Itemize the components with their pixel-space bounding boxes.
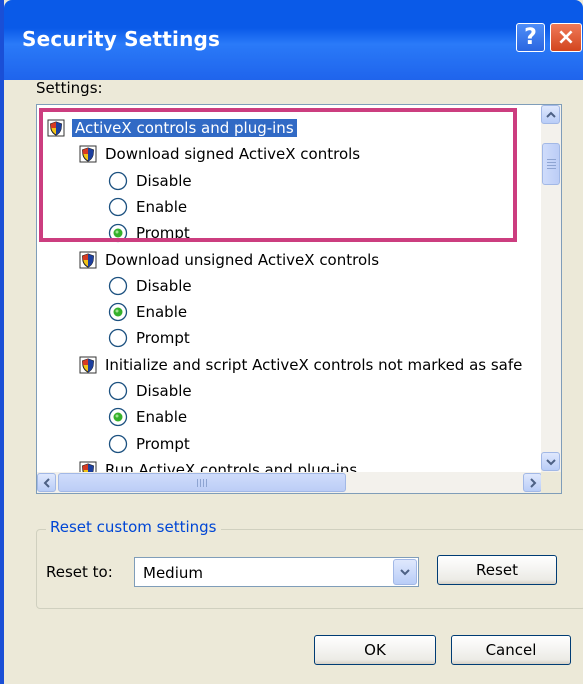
category-node[interactable]: ActiveX controls and plug-ins	[47, 115, 297, 141]
node-label: ActiveX controls and plug-ins	[72, 119, 297, 137]
security-setting-icon	[79, 251, 97, 268]
settings-label: Settings:	[36, 79, 103, 97]
security-setting-icon	[79, 356, 97, 374]
setting-node[interactable]: Initialize and script ActiveX controls n…	[79, 352, 522, 378]
scrollbar-corner	[541, 472, 561, 493]
security-settings-window: Security Settings ? × Settings: ActiveX …	[0, 0, 583, 684]
horizontal-scroll-thumb[interactable]	[58, 473, 346, 492]
radio-option[interactable]: Prompt	[108, 431, 190, 457]
setting-node[interactable]: Download unsigned ActiveX controls	[79, 247, 379, 273]
grip-line	[197, 479, 198, 487]
node-label: Prompt	[136, 434, 190, 453]
radio-button-icon[interactable]	[108, 223, 128, 243]
grip-line	[200, 479, 201, 487]
node-label: Download unsigned ActiveX controls	[105, 250, 380, 269]
grip-line	[206, 479, 207, 487]
radio-option[interactable]: Enable	[108, 299, 187, 325]
radio-button-icon[interactable]	[108, 276, 128, 296]
grip-line	[203, 479, 204, 487]
scroll-right-button[interactable]	[523, 473, 542, 492]
grip-line	[547, 165, 556, 166]
close-button[interactable]: ×	[550, 23, 582, 52]
reset-level-value: Medium	[143, 564, 203, 582]
chevron-left-icon	[43, 477, 50, 488]
node-label: Disable	[136, 276, 192, 295]
radio-button-icon[interactable]	[108, 171, 128, 191]
node-label: Initialize and script ActiveX controls n…	[105, 355, 523, 374]
radio-button-icon[interactable]	[108, 381, 128, 401]
grip-line	[547, 162, 556, 163]
node-label: Prompt	[136, 329, 190, 348]
node-label: Disable	[136, 171, 192, 190]
chevron-right-icon	[529, 477, 536, 488]
settings-tree[interactable]: ActiveX controls and plug-ins Download si…	[36, 104, 562, 494]
setting-node[interactable]: Run ActiveX controls and plug-ins	[79, 457, 357, 472]
radio-button-icon[interactable]	[108, 197, 128, 217]
security-setting-icon	[47, 119, 65, 137]
node-label: Enable	[136, 303, 188, 322]
scroll-down-button[interactable]	[541, 452, 560, 471]
cancel-button[interactable]: Cancel	[451, 635, 571, 665]
security-setting-icon	[79, 145, 97, 163]
vertical-scroll-thumb[interactable]	[542, 143, 560, 185]
setting-node[interactable]: Download signed ActiveX controls	[79, 141, 360, 167]
radio-button-icon[interactable]	[108, 434, 128, 454]
window-title: Security Settings	[22, 27, 221, 51]
node-label: Prompt	[136, 224, 190, 243]
radio-button-icon[interactable]	[108, 407, 128, 427]
reset-level-select[interactable]: Medium	[134, 557, 419, 587]
radio-button-icon[interactable]	[108, 302, 128, 322]
title-bar[interactable]: Security Settings ? ×	[4, 0, 583, 80]
node-label: Enable	[136, 408, 188, 427]
chevron-down-icon	[400, 569, 410, 576]
radio-option[interactable]: Prompt	[108, 325, 190, 351]
settings-tree-content: ActiveX controls and plug-ins Download si…	[37, 105, 543, 472]
chevron-up-icon	[545, 111, 556, 118]
radio-option[interactable]: Enable	[108, 194, 187, 220]
node-label: Run ActiveX controls and plug-ins	[105, 460, 358, 472]
radio-button-icon[interactable]	[108, 328, 128, 348]
chevron-down-icon	[545, 458, 556, 465]
radio-option[interactable]: Disable	[108, 168, 192, 194]
node-label: Enable	[136, 197, 188, 216]
reset-button[interactable]: Reset	[437, 555, 557, 585]
reset-to-label: Reset to:	[46, 563, 113, 581]
radio-option[interactable]: Disable	[108, 378, 192, 404]
grip-line	[547, 168, 556, 169]
vertical-scrollbar[interactable]	[541, 105, 561, 472]
reset-group-legend: Reset custom settings	[46, 518, 221, 536]
grip-line	[547, 159, 556, 160]
scroll-up-button[interactable]	[541, 105, 560, 124]
radio-option[interactable]: Disable	[108, 273, 192, 299]
node-label: Disable	[136, 382, 192, 400]
help-button[interactable]: ?	[516, 23, 545, 52]
dropdown-button[interactable]	[393, 559, 417, 585]
node-label: Download signed ActiveX controls	[105, 145, 361, 164]
security-setting-icon	[79, 461, 97, 472]
scroll-left-button[interactable]	[37, 473, 56, 492]
radio-option[interactable]: Prompt	[108, 220, 190, 246]
radio-option[interactable]: Enable	[108, 404, 187, 430]
horizontal-scrollbar[interactable]	[37, 472, 543, 493]
ok-button[interactable]: OK	[314, 635, 436, 665]
